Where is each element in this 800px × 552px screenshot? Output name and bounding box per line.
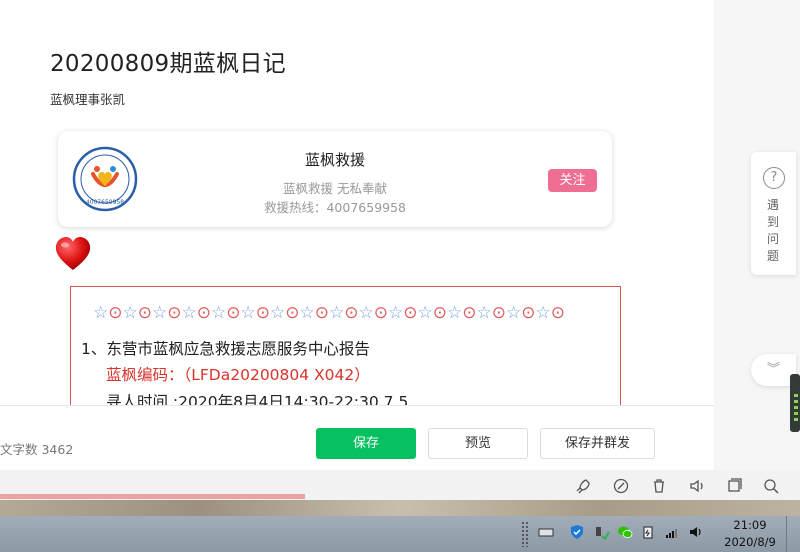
heart-icon (55, 237, 91, 270)
rocket-icon[interactable] (574, 477, 592, 495)
shield-icon[interactable] (569, 524, 585, 540)
window-icon[interactable] (725, 477, 743, 495)
chevron-double-down-icon: ︾ (766, 362, 780, 377)
account-name: 蓝枫救援 (304, 151, 365, 169)
edit-circle-icon[interactable] (612, 477, 630, 495)
search-icon[interactable] (762, 477, 780, 495)
show-desktop-button[interactable] (786, 516, 800, 552)
trash-icon[interactable] (650, 477, 668, 495)
signal-icon[interactable] (664, 524, 680, 540)
article-title[interactable]: 20200809期蓝枫日记 (50, 44, 286, 78)
report-heading: 1、东营市蓝枫应急救援志愿服务中心报告 (81, 340, 370, 358)
desktop-wallpaper (0, 500, 800, 516)
follow-button[interactable]: 关注 (548, 169, 597, 192)
volume-meter-gadget (790, 374, 800, 432)
editor-footer: 文字数 3462 保存 预览 保存并群发 (0, 405, 714, 475)
help-label: 遇到问题 (767, 198, 780, 263)
background-window-edge (0, 494, 305, 499)
wechat-icon[interactable] (617, 524, 633, 540)
article-author[interactable]: 蓝枫理事张凯 (50, 89, 125, 108)
save-button[interactable]: 保存 (316, 428, 416, 459)
volume-icon[interactable] (688, 524, 704, 540)
speaker-icon[interactable] (688, 477, 706, 495)
help-widget[interactable]: ? 遇到问题 (751, 152, 796, 275)
account-description: 蓝枫救援 无私奉献 (283, 181, 387, 196)
question-icon: ? (763, 167, 785, 189)
keyboard-icon[interactable] (538, 524, 554, 540)
report-box[interactable]: ☆⊙☆⊙☆⊙☆⊙☆⊙☆⊙☆⊙☆⊙☆⊙☆⊙☆⊙☆⊙☆⊙☆⊙☆⊙☆⊙ 1、东营市蓝枫… (70, 286, 621, 405)
account-hotline: 救援热线：4007659958 (263, 200, 407, 215)
taskbar-clock[interactable]: 21:09 2020/8/9 (720, 516, 780, 551)
network-manager-icon[interactable] (594, 524, 610, 540)
star-divider: ☆⊙☆⊙☆⊙☆⊙☆⊙☆⊙☆⊙☆⊙☆⊙☆⊙☆⊙☆⊙☆⊙☆⊙☆⊙☆⊙ (93, 303, 565, 323)
save-and-send-button[interactable]: 保存并群发 (540, 428, 655, 459)
article-editor[interactable]: 20200809期蓝枫日记 蓝枫理事张凯 4007659958 蓝枫救援 蓝枫救… (0, 0, 714, 405)
preview-button[interactable]: 预览 (428, 428, 528, 459)
report-search-time: 寻人时间 :2020年8月4日14:30-22:30 7.5 (106, 393, 409, 405)
battery-plug-icon[interactable] (641, 524, 657, 540)
word-count: 文字数 3462 (0, 442, 74, 457)
tray-grip[interactable] (521, 521, 529, 547)
clock-time: 21:09 (733, 518, 767, 532)
account-card: 4007659958 蓝枫救援 蓝枫救援 无私奉献 救援热线：400765995… (58, 131, 612, 227)
clock-date: 2020/8/9 (724, 535, 776, 549)
windows-taskbar (0, 516, 800, 552)
report-code: 蓝枫编码：（LFDa20200804 X042） (106, 366, 370, 384)
